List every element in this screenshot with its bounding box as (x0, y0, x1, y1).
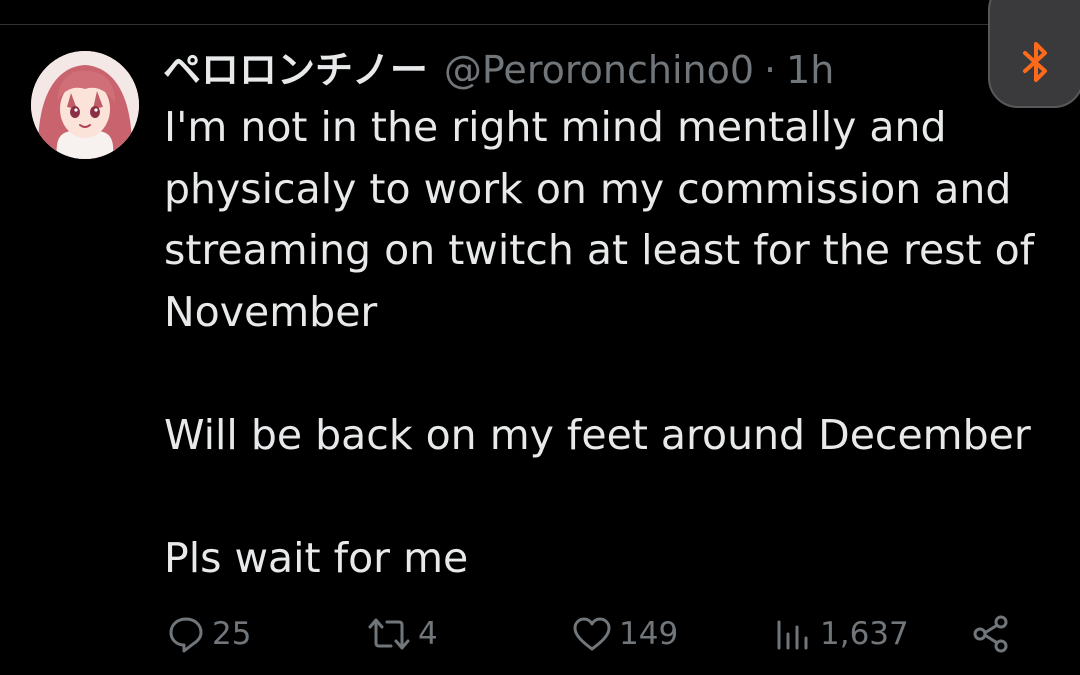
separator-dot: · (764, 48, 777, 92)
views-icon (777, 620, 808, 650)
avatar-image (31, 51, 139, 159)
tweet-header: ペロロンチノー @Peroronchino0 · 1h (163, 45, 834, 95)
timestamp[interactable]: 1h (786, 45, 834, 95)
heart-icon (573, 617, 611, 651)
like-count: 149 (619, 616, 679, 652)
share-button[interactable] (970, 610, 1012, 658)
retweet-count: 4 (418, 616, 438, 652)
like-button[interactable]: 149 (571, 610, 678, 658)
tweet-text: I'm not in the right mind mentally and p… (164, 103, 1035, 582)
display-name[interactable]: ペロロンチノー (163, 45, 428, 95)
reply-count: 25 (212, 616, 252, 652)
retweet-icon (368, 618, 410, 650)
retweet-button[interactable]: 4 (366, 610, 438, 658)
reply-button[interactable]: 25 (166, 610, 251, 658)
bluetooth-icon[interactable] (1012, 38, 1060, 86)
top-divider (0, 24, 1080, 25)
user-handle[interactable]: @Peroronchino0 (444, 45, 754, 95)
avatar[interactable] (31, 51, 139, 159)
views-button[interactable]: 1,637 (772, 610, 909, 658)
views-count: 1,637 (820, 616, 909, 652)
share-icon (973, 615, 1008, 653)
reply-icon (169, 617, 203, 653)
